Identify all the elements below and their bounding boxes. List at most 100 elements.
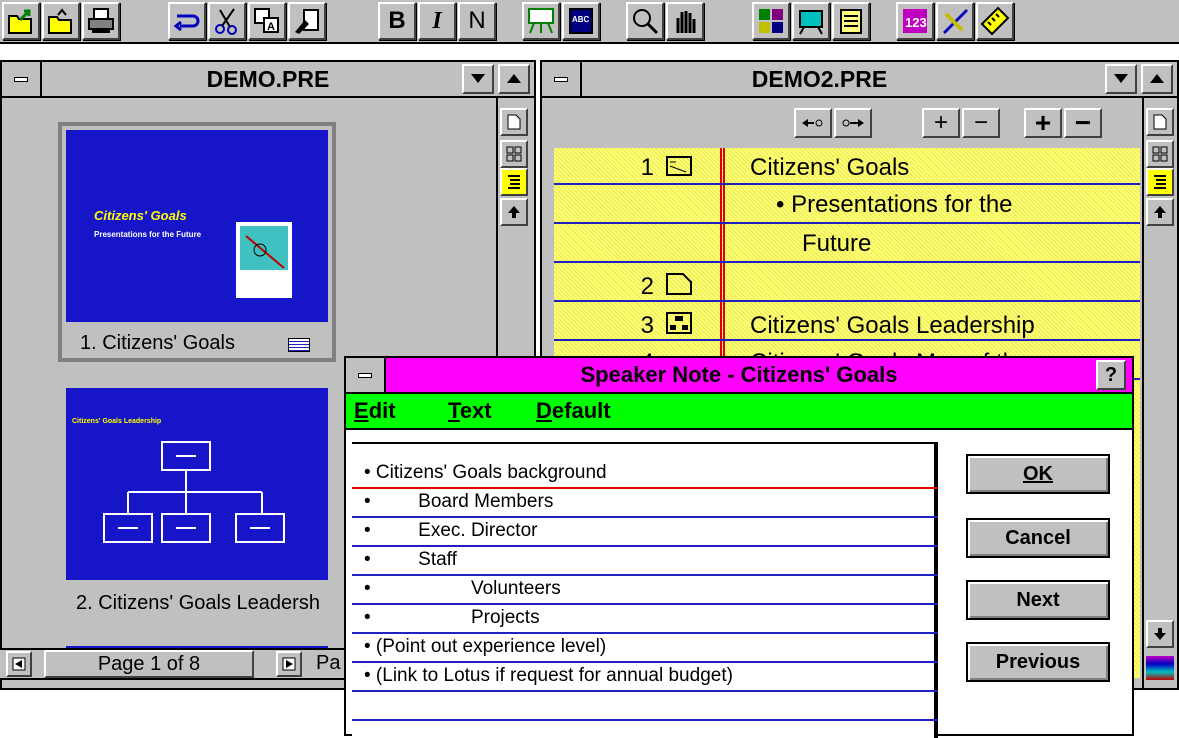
right-minimize-button[interactable] [1105, 64, 1137, 94]
color-bar-icon[interactable] [1146, 656, 1174, 680]
demote-button[interactable] [794, 108, 832, 138]
left-window-title: DEMO.PRE [206, 65, 330, 92]
symbols-button[interactable] [976, 2, 1014, 40]
next-label: Next [1016, 588, 1060, 611]
sorter-icon [759, 9, 783, 33]
slide-thumbnail-1[interactable]: Citizens' Goals Presentations for the Fu… [66, 130, 328, 322]
dialog-title: Speaker Note - Citizens' Goals [580, 362, 898, 387]
org-chart-icon [103, 441, 285, 543]
printer-icon [88, 8, 114, 33]
dialog-system-menu[interactable] [346, 358, 386, 392]
promote-button[interactable] [834, 108, 872, 138]
system-menu-icon [554, 76, 568, 82]
arrow-right-dot-icon [842, 119, 864, 127]
cut-button[interactable] [208, 2, 246, 40]
slide-2-caption: 2. Citizens' Goals Leadersh [76, 592, 320, 614]
svg-text:A: A [267, 21, 275, 33]
expand-all-button[interactable]: + [1024, 107, 1062, 138]
outline-toolbar: + − + − [542, 98, 1140, 144]
menu-default[interactable]: Default [536, 398, 611, 424]
outline-row[interactable]: Future [554, 226, 1140, 263]
expand-button[interactable]: + [922, 108, 960, 138]
outline-row[interactable]: 3 Citizens' Goals Leadership [554, 304, 1140, 341]
right-outline-view-button[interactable] [1146, 168, 1174, 196]
undo-button[interactable] [168, 2, 206, 40]
left-scroll-up-button[interactable] [500, 198, 528, 226]
pan-button[interactable] [666, 2, 704, 40]
help-button[interactable]: ? [1096, 360, 1126, 390]
slide-type-icon [666, 156, 692, 176]
open-folder-button[interactable] [2, 2, 40, 40]
copy-button[interactable]: A [248, 2, 286, 40]
bold-button[interactable]: B [378, 2, 416, 40]
next-page-button[interactable] [276, 651, 302, 677]
paste-button[interactable] [288, 2, 326, 40]
normal-button[interactable]: N [458, 2, 496, 40]
previous-button[interactable]: Previous [966, 642, 1110, 682]
left-maximize-button[interactable] [498, 64, 530, 94]
prev-page-button[interactable] [6, 651, 32, 677]
note-line: • Citizens' Goals background [352, 462, 938, 489]
slide-1-caption: 1. Citizens' Goals [80, 332, 235, 354]
note-line: • (Point out experience level) [352, 636, 938, 663]
left-slide-view-button[interactable] [500, 108, 528, 136]
arrow-up-icon [508, 206, 520, 218]
menu-text[interactable]: Text [448, 398, 492, 424]
toolbar: A B I N ABC 123 [0, 0, 1179, 44]
folder-open-icon [8, 9, 32, 34]
ok-button[interactable]: OK [966, 454, 1110, 494]
speaker-note-icon[interactable] [288, 338, 310, 352]
left-outline-view-button[interactable] [500, 168, 528, 196]
slide-1-logo [236, 222, 292, 298]
right-scroll-up-button[interactable] [1146, 198, 1174, 226]
page-indicator-2: Pa [316, 652, 341, 674]
triangle-up-icon [507, 74, 521, 83]
outline-row[interactable]: • Presentations for the [554, 187, 1140, 224]
zoom-button[interactable] [626, 2, 664, 40]
screen-show-button[interactable] [522, 2, 560, 40]
right-window-system-menu[interactable] [542, 62, 582, 96]
speaker-notes-button[interactable] [832, 2, 870, 40]
left-sorter-view-button[interactable] [500, 140, 528, 168]
left-window-system-menu[interactable] [2, 62, 42, 96]
note-line: • Projects [352, 607, 938, 634]
left-minimize-button[interactable] [462, 64, 494, 94]
right-slide-view-button[interactable] [1146, 108, 1174, 136]
drawing-button[interactable] [936, 2, 974, 40]
chart-button[interactable]: 123 [896, 2, 934, 40]
collapse-button[interactable]: − [962, 108, 1000, 138]
slide-1-subtitle: Presentations for the Future [94, 230, 202, 239]
outline-icon [1154, 175, 1166, 189]
italic-button[interactable]: I [418, 2, 456, 40]
slide-sorter-button[interactable] [752, 2, 790, 40]
slide-thumbnail-2[interactable]: Citizens' Goals Leadership [66, 388, 328, 580]
open-file-button[interactable] [42, 2, 80, 40]
outline-row[interactable]: 2 [554, 265, 1140, 302]
right-maximize-button[interactable] [1141, 64, 1173, 94]
slide-view-button[interactable] [792, 2, 830, 40]
note-line: • Volunteers [352, 578, 938, 605]
note-line: • (Link to Lotus if request for annual b… [352, 665, 938, 692]
page-next-icon [282, 657, 296, 671]
outline-row[interactable]: 1 Citizens' Goals [554, 148, 1140, 185]
right-scroll-down-button[interactable] [1146, 620, 1174, 648]
cancel-label: Cancel [1005, 526, 1071, 549]
menu-edit[interactable]: Edit [354, 398, 396, 424]
speaker-notes-editor[interactable]: • Citizens' Goals background • Board Mem… [352, 442, 938, 738]
note-line [352, 694, 938, 721]
dialog-titlebar: Speaker Note - Citizens' Goals ? [346, 358, 1132, 394]
cancel-button[interactable]: Cancel [966, 518, 1110, 558]
hand-icon [676, 11, 696, 33]
next-button[interactable]: Next [966, 580, 1110, 620]
right-scroll-track[interactable] [1146, 228, 1174, 648]
right-sorter-view-button[interactable] [1146, 140, 1174, 168]
paste-icon [295, 9, 319, 34]
undo-arrow-icon [173, 14, 200, 32]
collapse-all-button[interactable]: − [1064, 107, 1102, 138]
right-window-title: DEMO2.PRE [751, 65, 888, 92]
app-window: A B I N ABC 123 DEMO.PRE Citizens' Goals… [0, 0, 1179, 738]
arrow-left-dot-icon [802, 119, 823, 127]
print-button[interactable] [82, 2, 120, 40]
slide-thumbnail-1-frame[interactable]: Citizens' Goals Presentations for the Fu… [58, 122, 336, 362]
spell-check-button[interactable]: ABC [562, 2, 600, 40]
